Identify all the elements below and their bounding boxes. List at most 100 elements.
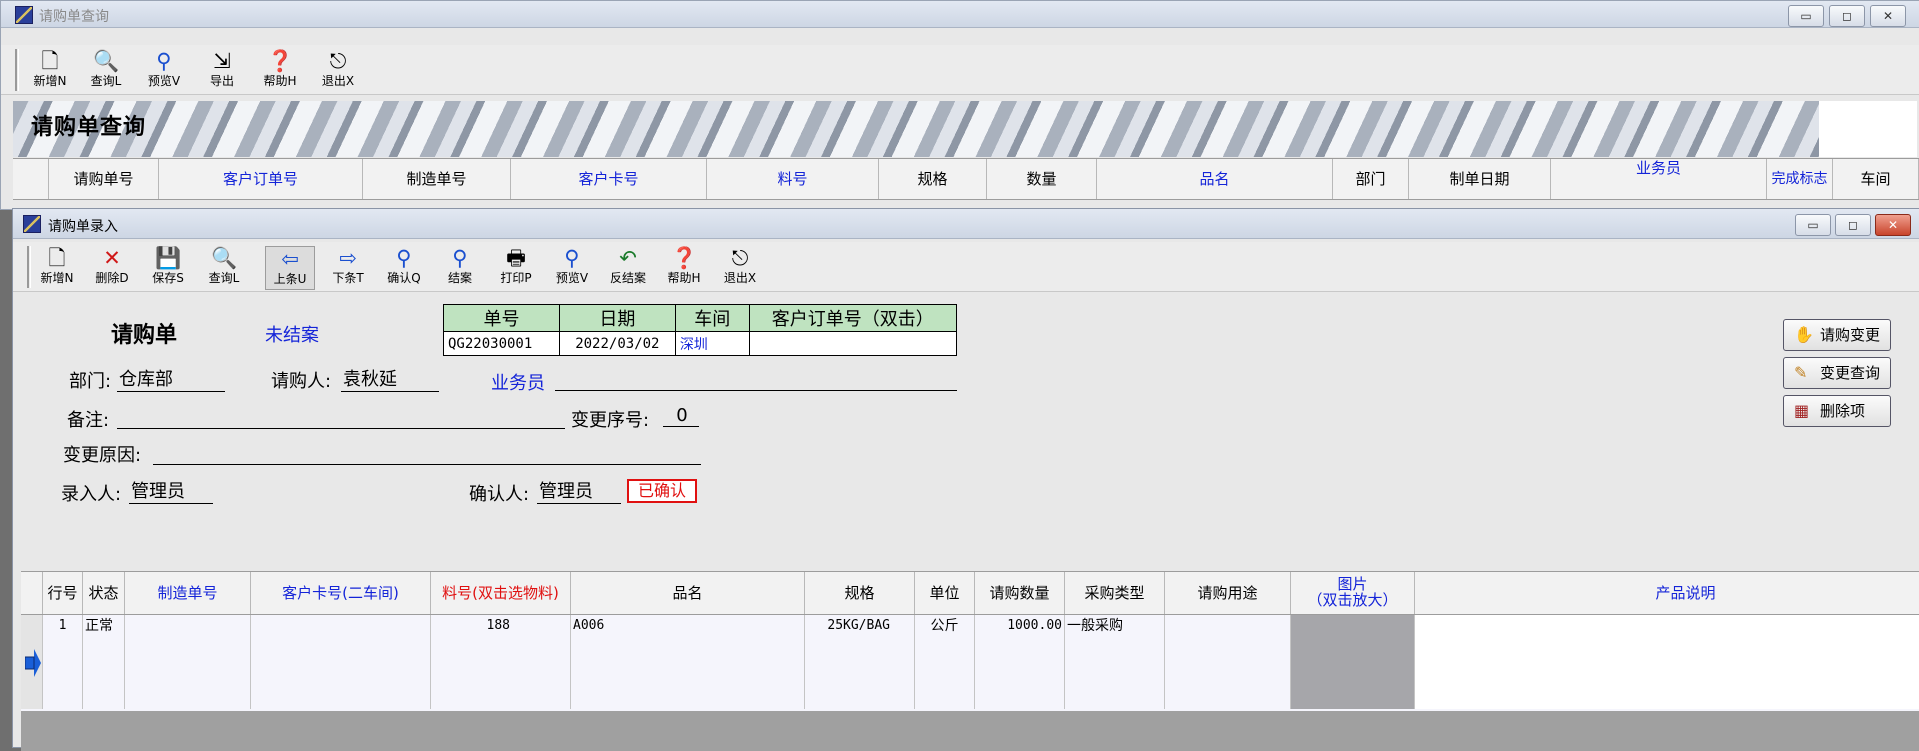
new-button[interactable]: 🗋 新增N: [30, 246, 84, 290]
row-indicator[interactable]: [21, 615, 43, 709]
help-icon: ❓: [267, 49, 294, 73]
save-button[interactable]: 💾 保存S: [141, 246, 195, 290]
col-spec[interactable]: 规格: [805, 572, 915, 614]
workshop-field[interactable]: 深圳: [674, 331, 750, 356]
toolbar-grip[interactable]: [15, 49, 19, 91]
preview-button[interactable]: ⚲ 预览V: [545, 246, 599, 290]
change-request-button[interactable]: ✋ 请购变更: [1783, 319, 1891, 351]
bg-preview-button[interactable]: ⚲ 预览V: [137, 49, 191, 93]
salesman-label[interactable]: 业务员: [491, 369, 545, 395]
table-row[interactable]: 1 正常 188 A006 25KG/BAG 公斤 1000.00 一般采购: [21, 615, 1919, 711]
cell-spec[interactable]: 25KG/BAG: [805, 615, 915, 709]
prev-record-button[interactable]: ⇦ 上条U: [265, 246, 315, 290]
col-purchase-type[interactable]: 采购类型: [1065, 572, 1165, 614]
entry-window-titlebar[interactable]: 请购单录入 ▭ ◻ ✕: [13, 209, 1919, 239]
dept-label: 部门:: [69, 371, 112, 392]
delete-item-button[interactable]: ▦ 删除项: [1783, 395, 1891, 427]
cell-item-name[interactable]: A006: [571, 615, 805, 709]
col-request-no[interactable]: 请购单号: [49, 159, 159, 199]
col-usage[interactable]: 请购用途: [1165, 572, 1291, 614]
close-button[interactable]: ✕: [1870, 5, 1906, 27]
cell-purchase-type[interactable]: 一般采购: [1065, 615, 1165, 709]
cell-part-no[interactable]: 188: [431, 615, 571, 709]
col-qty[interactable]: 数量: [987, 159, 1097, 199]
change-seq-field[interactable]: 0: [663, 405, 699, 427]
cell-customer-card[interactable]: [251, 615, 431, 709]
delete-icon: ✕: [103, 246, 121, 270]
minimize-button[interactable]: ▭: [1795, 214, 1831, 236]
order-date-field[interactable]: 2022/03/02: [558, 331, 676, 356]
entry-window-title: 请购单录入: [48, 219, 118, 235]
col-part-no[interactable]: 料号(双击选物料): [431, 572, 571, 614]
col-item-name[interactable]: 品名: [571, 572, 805, 614]
query-window-titlebar[interactable]: 请购单查询 ▭ ◻ ✕: [1, 1, 1919, 28]
query-banner: 请购单查询: [13, 101, 1819, 157]
cell-request-qty[interactable]: 1000.00: [975, 615, 1065, 709]
col-picture[interactable]: 图片 （双击放大）: [1291, 572, 1415, 614]
bg-export-button[interactable]: ⇲ 导出: [195, 49, 249, 93]
col-part-no[interactable]: 料号: [707, 159, 879, 199]
reopen-case-button[interactable]: ↶ 反结案: [601, 246, 655, 290]
help-button[interactable]: ❓ 帮助H: [657, 246, 711, 290]
cell-status[interactable]: 正常: [83, 615, 125, 709]
next-record-button[interactable]: ⇨ 下条T: [321, 246, 375, 290]
col-request-qty[interactable]: 请购数量: [975, 572, 1065, 614]
entry-user-field[interactable]: 管理员: [129, 477, 213, 504]
col-indicator[interactable]: [13, 159, 49, 199]
col-spec[interactable]: 规格: [879, 159, 987, 199]
maximize-button[interactable]: ◻: [1835, 214, 1871, 236]
exit-button[interactable]: ⎋ 退出X: [713, 246, 767, 290]
col-workshop[interactable]: 车间: [1833, 159, 1919, 199]
close-case-button[interactable]: ⚲ 结案: [433, 246, 487, 290]
requester-field[interactable]: 袁秋延: [341, 365, 439, 392]
change-reason-field[interactable]: [153, 441, 701, 465]
cell-usage[interactable]: [1165, 615, 1291, 709]
col-product-desc[interactable]: 产品说明: [1415, 572, 1919, 614]
col-status[interactable]: 状态: [83, 572, 125, 614]
col-row-indicator[interactable]: [21, 572, 43, 614]
query-window: 请购单查询 ▭ ◻ ✕ 🗋 新增N 🔍 查询L ⚲ 预览V ⇲ 导出 ❓ 帮助H…: [0, 0, 1919, 210]
col-item-name[interactable]: 品名: [1097, 159, 1333, 199]
maximize-button[interactable]: ◻: [1829, 5, 1865, 27]
col-mfg-no[interactable]: 制造单号: [363, 159, 511, 199]
app-icon: [23, 215, 41, 233]
info-header-date: 日期: [558, 304, 676, 332]
close-button[interactable]: ✕: [1875, 214, 1911, 236]
col-date[interactable]: 制单日期: [1409, 159, 1551, 199]
customer-order-field[interactable]: [748, 331, 958, 356]
remark-field[interactable]: [117, 405, 565, 429]
salesman-field[interactable]: [555, 367, 957, 391]
app-icon: [15, 6, 33, 24]
col-customer-card[interactable]: 客户卡号: [511, 159, 707, 199]
cell-mfg-no[interactable]: [125, 615, 251, 709]
bg-query-button[interactable]: 🔍 查询L: [79, 49, 133, 93]
col-customer-order[interactable]: 客户订单号: [159, 159, 363, 199]
entry-window: 请购单录入 ▭ ◻ ✕ 🗋 新增N ✕ 删除D 💾 保存S 🔍 查询L ⇦ 上条…: [12, 208, 1919, 751]
delete-button[interactable]: ✕ 删除D: [85, 246, 139, 290]
print-button[interactable]: 🖶 打印P: [489, 246, 543, 290]
bg-help-button[interactable]: ❓ 帮助H: [253, 49, 307, 93]
query-button[interactable]: 🔍 查询L: [197, 246, 251, 290]
bg-new-button[interactable]: 🗋 新增N: [23, 49, 77, 93]
col-line-no[interactable]: 行号: [43, 572, 83, 614]
magnifier-icon: ⚲: [452, 246, 468, 270]
confirm-user-field[interactable]: 管理员: [537, 477, 621, 504]
cell-picture[interactable]: [1291, 615, 1415, 709]
help-icon: ❓: [671, 246, 698, 270]
col-dept[interactable]: 部门: [1333, 159, 1409, 199]
cell-product-desc[interactable]: [1415, 615, 1919, 709]
col-unit[interactable]: 单位: [915, 572, 975, 614]
col-mfg-no[interactable]: 制造单号: [125, 572, 251, 614]
col-customer-card[interactable]: 客户卡号(二车间): [251, 572, 431, 614]
cell-line-no[interactable]: 1: [43, 615, 83, 709]
change-query-button[interactable]: ✎ 变更查询: [1783, 357, 1891, 389]
minimize-button[interactable]: ▭: [1788, 5, 1824, 27]
col-salesman[interactable]: 业务员: [1551, 159, 1767, 199]
bg-exit-button[interactable]: ⎋ 退出X: [311, 49, 365, 93]
order-number-field[interactable]: QG22030001: [443, 331, 560, 356]
col-finish-flag[interactable]: 完成标志: [1767, 159, 1833, 199]
confirm-button[interactable]: ⚲ 确认Q: [377, 246, 431, 290]
dept-field[interactable]: 仓库部: [117, 365, 225, 392]
info-header-customer-order: 客户订单号（双击）: [748, 304, 958, 332]
cell-unit[interactable]: 公斤: [915, 615, 975, 709]
